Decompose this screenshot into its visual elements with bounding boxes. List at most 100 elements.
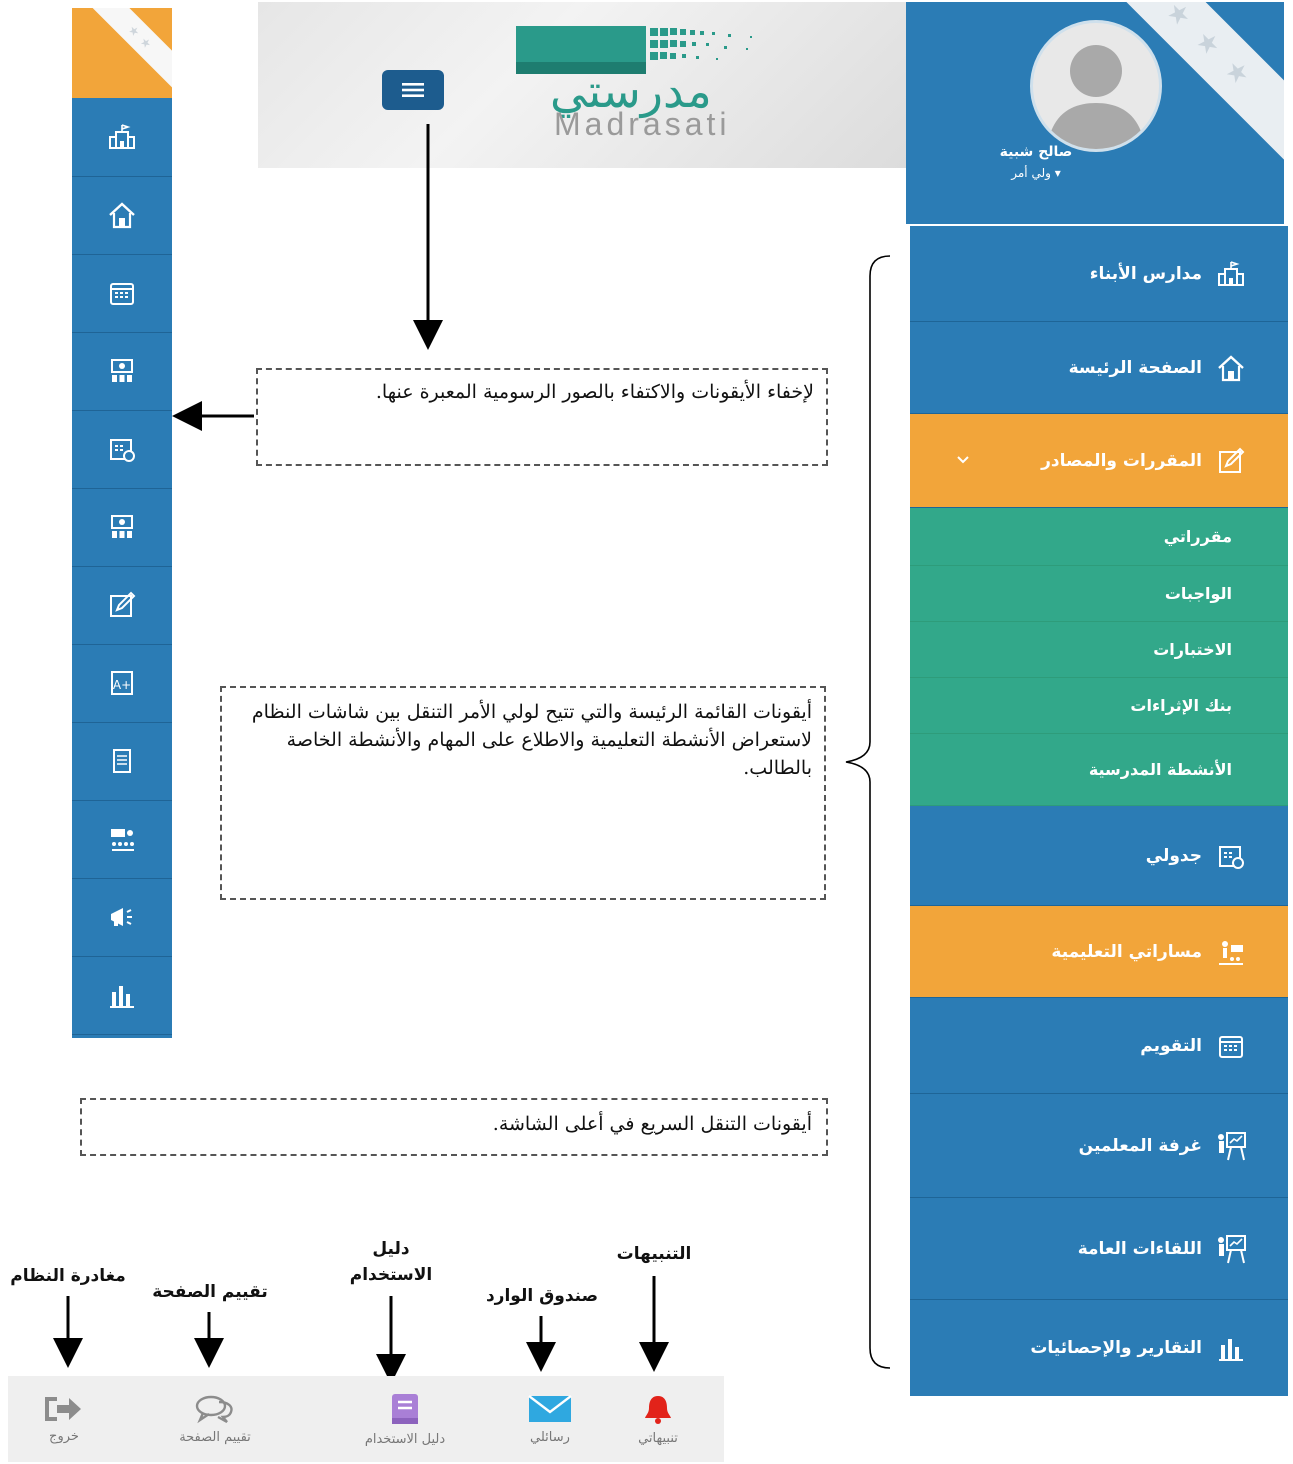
toolbar-label: تنبيهاتي <box>638 1430 678 1446</box>
menu-toggle-button[interactable] <box>382 70 444 110</box>
sidebar-item-teachers-room[interactable]: غرفة المعلمين <box>910 1094 1288 1198</box>
label-logout: مغادرة النظام <box>10 1266 126 1286</box>
book-icon <box>392 1393 418 1424</box>
sidebar-item-label: التقويم <box>1140 1035 1202 1056</box>
meeting-board-icon <box>1214 1232 1248 1266</box>
learning-path-icon <box>111 829 134 851</box>
quick-toolbar: خروج تقييم الصفحة دليل الاستخدام رسائلي … <box>8 1376 724 1462</box>
alerts-button[interactable]: تنبيهاتي <box>600 1376 716 1462</box>
toolbar-label: دليل الاستخدام <box>364 1431 446 1447</box>
sidebar-item-label: مساراتي التعليمية <box>1051 941 1202 962</box>
bar-chart-icon <box>110 986 134 1008</box>
label-inbox: صندوق الوارد <box>485 1286 599 1306</box>
submenu-item-assignments[interactable]: الواجبات <box>910 566 1288 622</box>
sidebar-item-label: غرفة المعلمين <box>1078 1135 1202 1156</box>
submenu-item-school-activities[interactable]: الأنشطة المدرسية <box>910 734 1288 806</box>
svg-text:A+: A+ <box>113 678 131 692</box>
hamburger-icon <box>402 83 424 97</box>
grade-document-icon: A+ <box>111 671 133 695</box>
sidebar-item-home[interactable]: الصفحة الرئيسة <box>910 322 1288 414</box>
toolbar-label: خروج <box>49 1428 79 1444</box>
logo-latin-text: Madrasati <box>554 106 731 142</box>
logout-button[interactable]: خروج <box>8 1376 120 1462</box>
sidebar-item-label: اللقاءات العامة <box>1077 1238 1202 1259</box>
label-rate-page: تقييم الصفحة <box>152 1282 268 1302</box>
sidebar-item-public-meetings[interactable]: اللقاءات العامة <box>910 1198 1288 1300</box>
sidebar-item-label: المقررات والمصادر <box>1041 450 1202 471</box>
avatar[interactable] <box>1030 20 1162 152</box>
main-sidebar: مدارس الأبناء الصفحة الرئيسة المقررات وا… <box>910 226 1288 1396</box>
schedule-icon <box>110 439 135 462</box>
submenu-item-label: الأنشطة المدرسية <box>1088 760 1232 779</box>
chevron-down-icon[interactable] <box>956 450 970 470</box>
note-text: أيقونات القائمة الرئيسة والتي تتيح لولي … <box>251 701 812 779</box>
document-icon <box>113 749 131 773</box>
submenu-item-label: الواجبات <box>1164 584 1232 603</box>
note-main-menu: أيقونات القائمة الرئيسة والتي تتيح لولي … <box>220 686 826 900</box>
submenu-item-label: الاختبارات <box>1153 640 1232 659</box>
mini-item-documents[interactable] <box>72 722 172 801</box>
note-hide-icons: لإخفاء الأيقونات والاكتفاء بالصور الرسوم… <box>256 368 828 466</box>
schedule-icon <box>1214 839 1248 873</box>
submenu-item-my-courses[interactable]: مقرراتي <box>910 508 1288 566</box>
sidebar-item-label: جدولي <box>1145 845 1202 866</box>
mini-item-reports[interactable] <box>72 956 172 1035</box>
home-icon <box>1214 351 1248 385</box>
submenu-item-exams[interactable]: الاختبارات <box>910 622 1288 678</box>
mini-item-home[interactable] <box>72 176 172 255</box>
learning-path-icon <box>1214 935 1248 969</box>
user-silhouette-icon <box>1047 45 1145 149</box>
label-alerts: التنبيهات <box>616 1244 692 1264</box>
mini-item-meetings[interactable] <box>72 488 172 567</box>
calendar-icon <box>110 283 134 305</box>
edit-icon <box>110 591 136 617</box>
sidebar-item-reports[interactable]: التقارير والإحصائيات <box>910 1300 1288 1396</box>
sidebar-item-courses-resources[interactable]: المقررات والمصادر <box>910 414 1288 508</box>
teacher-board-icon <box>1214 1129 1248 1163</box>
collapsed-sidebar: ★★ A+ <box>72 8 172 1038</box>
logout-icon <box>45 1396 81 1421</box>
mini-item-teachers[interactable] <box>72 332 172 411</box>
ribbon-decoration: ★★ <box>83 8 172 98</box>
collapsed-sidebar-header: ★★ <box>72 8 172 98</box>
sidebar-item-children-schools[interactable]: مدارس الأبناء <box>910 226 1288 322</box>
megaphone-icon <box>111 908 132 926</box>
envelope-icon <box>528 1394 572 1422</box>
rate-page-button[interactable]: تقييم الصفحة <box>120 1376 310 1462</box>
sidebar-item-learning-paths[interactable]: مساراتي التعليمية <box>910 906 1288 998</box>
profile-header: ★★★ صالح شبية ولي أمر ▾ <box>906 2 1284 224</box>
submenu-item-label: بنك الإثراءات <box>1130 696 1232 715</box>
mini-item-courses[interactable] <box>72 566 172 645</box>
mini-item-learning-path[interactable] <box>72 800 172 879</box>
note-quick-nav: أيقونات التنقل السريع في أعلى الشاشة. <box>80 1098 828 1156</box>
toolbar-label: رسائلي <box>530 1429 570 1445</box>
school-icon <box>109 124 135 149</box>
user-guide-button[interactable]: دليل الاستخدام <box>310 1376 500 1462</box>
calendar-icon <box>1214 1029 1248 1063</box>
edit-icon <box>1214 444 1248 478</box>
sidebar-item-label: مدارس الأبناء <box>1089 263 1202 284</box>
header-banner: مدرستي Madrasati <box>258 2 908 168</box>
mini-item-schedule[interactable] <box>72 410 172 489</box>
mini-item-calendar[interactable] <box>72 254 172 333</box>
classroom-icon <box>111 359 133 382</box>
sidebar-item-calendar[interactable]: التقويم <box>910 998 1288 1094</box>
home-icon <box>109 202 135 229</box>
user-name: صالح شبية <box>999 144 1073 160</box>
note-text: أيقونات التنقل السريع في أعلى الشاشة. <box>492 1113 812 1135</box>
chat-bubbles-icon <box>195 1395 233 1423</box>
sidebar-item-label: الصفحة الرئيسة <box>1068 357 1202 378</box>
submenu-item-label: مقرراتي <box>1163 527 1232 546</box>
submenu-item-enrichment-bank[interactable]: بنك الإثراءات <box>910 678 1288 734</box>
school-icon <box>1214 257 1248 291</box>
messages-button[interactable]: رسائلي <box>500 1376 600 1462</box>
sidebar-item-label: التقارير والإحصائيات <box>1030 1338 1202 1358</box>
mini-item-grades[interactable]: A+ <box>72 644 172 723</box>
mini-item-school[interactable] <box>72 98 172 177</box>
note-text: لإخفاء الأيقونات والاكتفاء بالصور الرسوم… <box>375 381 814 403</box>
mini-item-announcements[interactable] <box>72 878 172 957</box>
sidebar-item-schedule[interactable]: جدولي <box>910 806 1288 906</box>
classroom-icon <box>111 515 133 538</box>
bell-icon <box>645 1395 671 1424</box>
user-role-dropdown[interactable]: ولي أمر ▾ <box>906 166 1166 180</box>
